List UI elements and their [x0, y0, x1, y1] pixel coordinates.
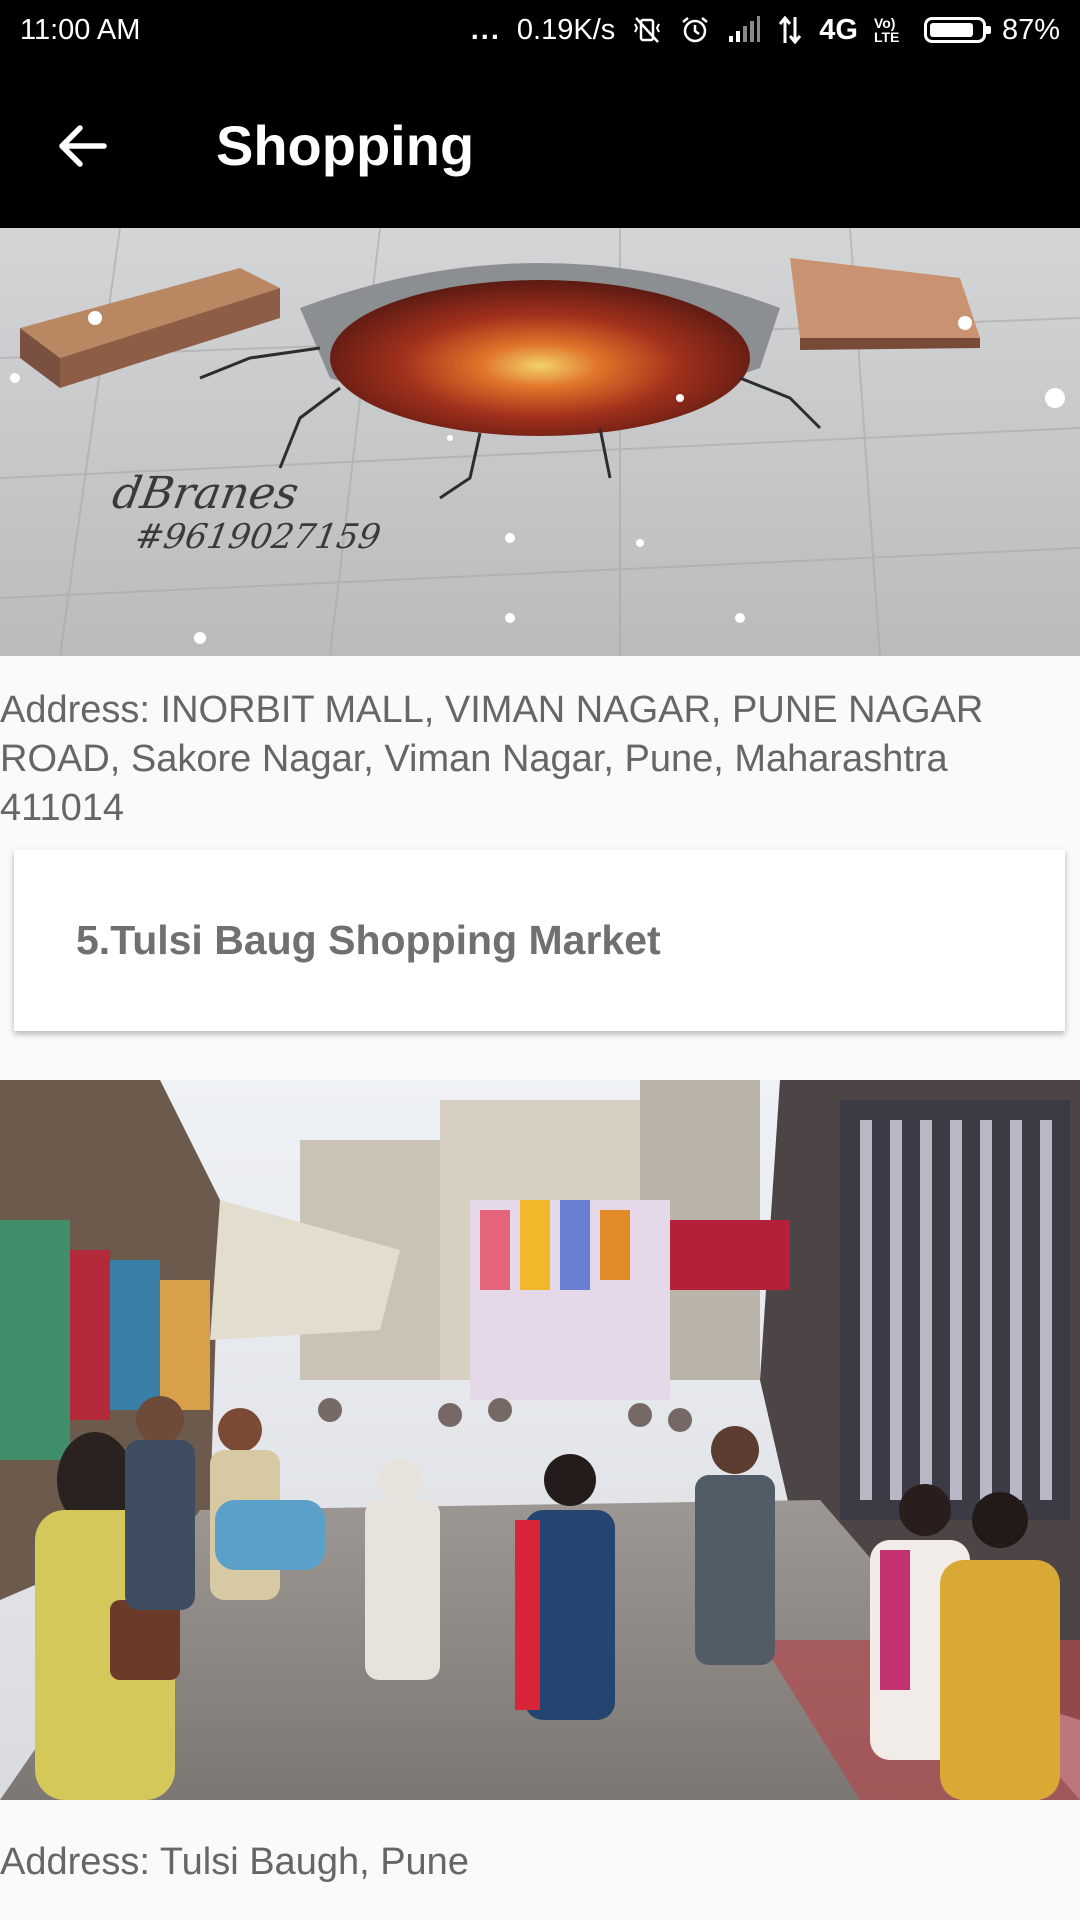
volte-icon: Vo) LTE — [873, 15, 900, 45]
data-arrows-icon — [777, 15, 803, 45]
page-title: Shopping — [216, 114, 475, 177]
app-bar: Shopping — [0, 60, 1080, 228]
tulsi-baug-market-image — [0, 1080, 1080, 1800]
svg-text:dBranes: dBranes — [109, 468, 303, 519]
status-time: 11:00 AM — [20, 13, 141, 46]
back-button[interactable] — [46, 110, 118, 182]
inorbit-mall-image: dBranes #9619027159 — [0, 228, 1080, 656]
more-icon: ... — [470, 13, 501, 46]
battery-icon — [923, 17, 991, 43]
net-speed: 0.19K/s — [516, 13, 616, 46]
battery-percent: 87% — [1001, 13, 1060, 46]
tulsi-baug-card[interactable]: 5.Tulsi Baug Shopping Market — [14, 850, 1065, 1031]
card-title: 5.Tulsi Baug Shopping Market — [76, 917, 661, 963]
status-icons: ... 0.19K/s 4G Vo) LTE 87% — [471, 14, 1060, 47]
status-bar: 11:00 AM ... 0.19K/s 4G Vo) LTE 87% — [0, 0, 1080, 60]
signal-icon — [727, 16, 761, 44]
arrow-back-icon — [59, 125, 107, 167]
vibrate-off-icon — [631, 14, 663, 46]
svg-text:#9619027159: #9619027159 — [132, 517, 384, 557]
network-type: 4G — [819, 13, 858, 46]
tulsi-baug-address: Address: Tulsi Baugh, Pune — [0, 1841, 469, 1883]
inorbit-mall-address: Address: INORBIT MALL, VIMAN NAGAR, PUNE… — [0, 689, 984, 829]
alarm-icon — [679, 14, 711, 46]
